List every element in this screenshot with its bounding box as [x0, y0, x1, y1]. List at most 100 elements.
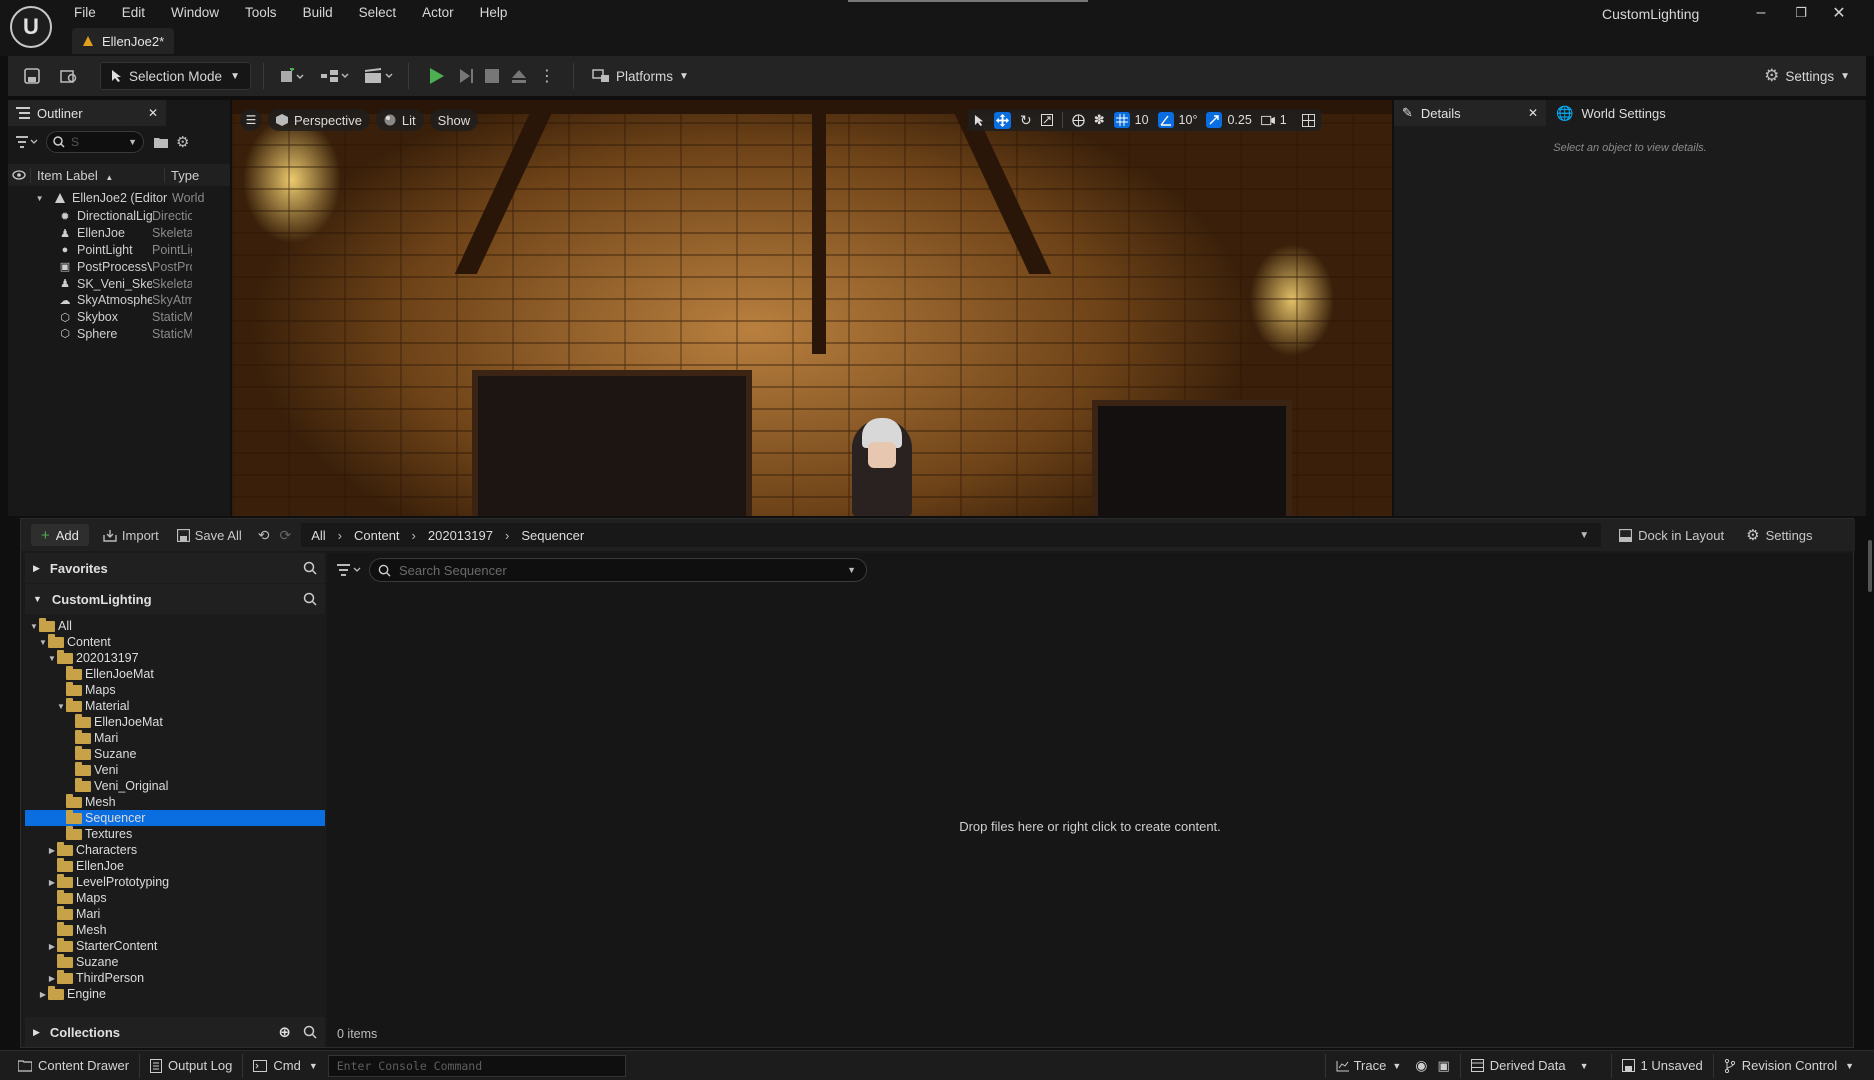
history-back-icon[interactable]: ⟲	[258, 527, 270, 544]
play-icon[interactable]	[427, 67, 445, 85]
menu-file[interactable]: File	[74, 5, 96, 20]
folder-row[interactable]: ▶ ThirdPerson	[25, 969, 325, 986]
folder-row[interactable]: ▼ Content	[25, 633, 325, 650]
expanded-arrow-icon[interactable]: ▼	[47, 654, 57, 663]
outliner-search-input[interactable]: S ▼	[46, 131, 144, 153]
folder-row[interactable]: ▶ Characters	[25, 841, 325, 858]
add-folder-icon[interactable]	[154, 136, 168, 148]
viewport-menu-button[interactable]: ☰	[240, 109, 262, 131]
filter-icon[interactable]	[337, 564, 361, 576]
search-icon[interactable]	[303, 1025, 317, 1039]
search-icon[interactable]	[303, 592, 317, 606]
folder-row[interactable]: Veni_Original	[25, 777, 325, 794]
expand-arrow-icon[interactable]: ▼	[8, 194, 48, 203]
eject-icon[interactable]	[511, 68, 527, 84]
breadcrumb-item[interactable]: 202013197	[428, 528, 493, 543]
folder-row[interactable]: ▶ LevelPrototyping	[25, 873, 325, 890]
scrollbar-thumb[interactable]	[1868, 540, 1872, 592]
blueprint-icon[interactable]	[320, 68, 350, 84]
layout-icon[interactable]	[1301, 113, 1315, 127]
folder-row[interactable]: Mari	[25, 905, 325, 922]
breadcrumb-dropdown-icon[interactable]: ▼	[1579, 530, 1589, 541]
screenshot-icon[interactable]: ▣	[1437, 1058, 1449, 1074]
world-space-icon[interactable]	[1072, 113, 1085, 127]
selection-mode-dropdown[interactable]: Selection Mode ▼	[100, 62, 251, 90]
breadcrumb-item[interactable]: Sequencer	[521, 528, 584, 543]
content-drawer-button[interactable]: Content Drawer	[8, 1052, 139, 1080]
settings-dropdown[interactable]: ⚙ Settings ▼	[1756, 62, 1858, 90]
collapsed-arrow-icon[interactable]: ▶	[47, 974, 57, 983]
folder-row[interactable]: EllenJoeMat	[25, 665, 325, 682]
folder-row[interactable]: Textures	[25, 825, 325, 842]
visibility-icon[interactable]	[8, 170, 30, 180]
revision-control-dropdown[interactable]: Revision Control ▼	[1714, 1052, 1864, 1080]
rotate-tool-icon[interactable]: ↻	[1020, 112, 1032, 129]
folder-row[interactable]: ▶ Engine	[25, 985, 325, 1002]
folder-row[interactable]: Mari	[25, 729, 325, 746]
add-collection-icon[interactable]: ⊕	[278, 1023, 291, 1041]
folder-row[interactable]: Suzane	[25, 745, 325, 762]
translate-tool-icon[interactable]	[994, 111, 1011, 129]
output-log-button[interactable]: Output Log	[140, 1052, 242, 1080]
outliner-row[interactable]: ⬡ Skybox StaticM	[8, 309, 230, 326]
breadcrumb-chevron-icon[interactable]: ›	[338, 528, 342, 543]
filter-icon[interactable]	[16, 136, 38, 148]
outliner-tab[interactable]: Outliner ✕	[8, 100, 166, 126]
folder-row[interactable]: ▼ 202013197	[25, 649, 325, 666]
breadcrumb-item[interactable]: All	[311, 528, 325, 543]
favorites-section[interactable]: ▶ Favorites	[25, 553, 325, 583]
folder-row[interactable]: Maps	[25, 681, 325, 698]
console-command-input[interactable]: Enter Console Command	[327, 1054, 626, 1077]
platforms-dropdown[interactable]: Platforms ▼	[584, 62, 697, 90]
history-forward-icon[interactable]: ⟳	[279, 527, 291, 544]
save-all-button[interactable]: Save All	[176, 528, 242, 543]
folder-row[interactable]: Mesh	[25, 921, 325, 938]
surface-snap-icon[interactable]: ✽	[1094, 112, 1105, 128]
breadcrumb-chevron-icon[interactable]: ›	[412, 528, 416, 543]
menu-tools[interactable]: Tools	[245, 5, 277, 20]
folder-row[interactable]: EllenJoe	[25, 857, 325, 874]
menu-help[interactable]: Help	[480, 5, 508, 20]
minimize-button[interactable]: –	[1744, 2, 1778, 24]
select-tool-icon[interactable]	[974, 114, 985, 127]
breadcrumb-item[interactable]: Content	[354, 528, 400, 543]
search-icon[interactable]	[303, 561, 317, 575]
folder-row[interactable]: Maps	[25, 889, 325, 906]
collapsed-arrow-icon[interactable]: ▶	[38, 990, 48, 999]
project-section[interactable]: ▼ CustomLighting	[25, 584, 325, 614]
close-window-button[interactable]: ✕	[1822, 2, 1856, 24]
record-icon[interactable]: ◉	[1415, 1057, 1427, 1074]
cinematics-icon[interactable]	[364, 68, 394, 84]
add-actor-icon[interactable]	[280, 68, 304, 84]
menu-actor[interactable]: Actor	[422, 5, 454, 20]
lit-button[interactable]: Lit	[375, 109, 424, 131]
folder-row[interactable]: Suzane	[25, 953, 325, 970]
collapsed-arrow-icon[interactable]: ▶	[47, 942, 57, 951]
level-viewport[interactable]: ☰ Perspective Lit Show ↻ ✽ 10 10° 0.25 1	[232, 100, 1392, 516]
column-type[interactable]: Type	[164, 167, 199, 183]
unreal-logo-icon[interactable]: U	[10, 6, 52, 48]
collapsed-arrow-icon[interactable]: ▶	[47, 846, 57, 855]
folder-row[interactable]: Sequencer	[25, 809, 325, 826]
details-tab[interactable]: ✎ Details ✕	[1394, 100, 1546, 126]
show-button[interactable]: Show	[429, 109, 479, 131]
more-options-icon[interactable]: ⋮	[539, 66, 555, 86]
rotation-snap-toggle[interactable]: 10°	[1157, 112, 1197, 128]
menu-select[interactable]: Select	[359, 5, 397, 20]
expanded-arrow-icon[interactable]: ▼	[56, 702, 66, 711]
collections-section[interactable]: ▶ Collections ⊕	[25, 1017, 325, 1047]
browse-icon[interactable]	[60, 68, 78, 84]
asset-search-input[interactable]: Search Sequencer ▼	[369, 558, 867, 582]
outliner-row[interactable]: ✹ DirectionalLigl Directio	[8, 208, 230, 225]
menu-window[interactable]: Window	[171, 5, 219, 20]
level-tab[interactable]: EllenJoe2*	[72, 28, 175, 54]
camera-speed-button[interactable]: 1	[1260, 113, 1287, 127]
import-button[interactable]: Import	[103, 528, 159, 543]
outliner-row[interactable]: ● PointLight PointLig	[8, 242, 230, 259]
expanded-arrow-icon[interactable]: ▼	[38, 638, 48, 647]
folder-row[interactable]: EllenJoeMat	[25, 713, 325, 730]
trace-dropdown[interactable]: Trace ▼	[1326, 1052, 1412, 1080]
expanded-arrow-icon[interactable]: ▼	[29, 622, 39, 631]
folder-row[interactable]: ▼ Material	[25, 697, 325, 714]
menu-build[interactable]: Build	[303, 5, 333, 20]
